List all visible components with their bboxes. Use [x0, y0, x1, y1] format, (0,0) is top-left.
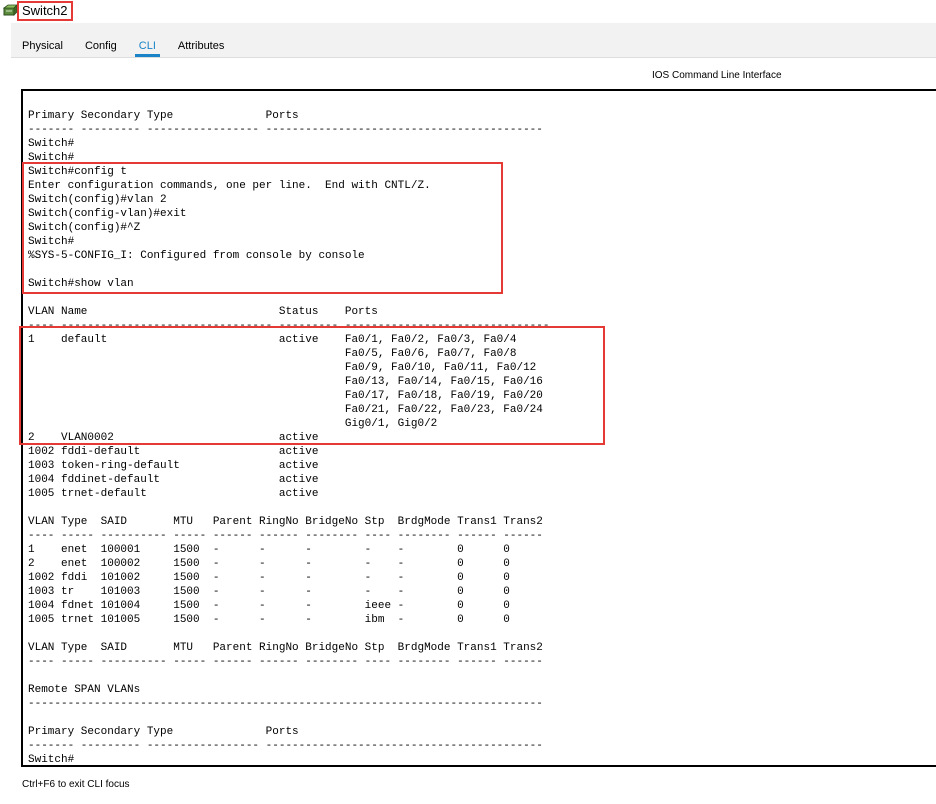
terminal-line: Fa0/17, Fa0/18, Fa0/19, Fa0/20 — [28, 390, 543, 402]
terminal-line: 1 enet 100001 1500 - - - - - 0 0 — [28, 544, 510, 556]
tab-attributes[interactable]: Attributes — [167, 34, 235, 58]
terminal-line: Switch# — [28, 138, 75, 150]
terminal-line: Remote SPAN VLANs — [28, 684, 141, 696]
cli-panel-title: IOS Command Line Interface — [652, 70, 782, 81]
terminal-line: VLAN Type SAID MTU Parent RingNo BridgeN… — [28, 516, 543, 528]
terminal-line: Switch# — [28, 236, 75, 248]
tab-cli[interactable]: CLI — [128, 34, 167, 58]
terminal-output: Primary Secondary Type Ports ------- ----… — [28, 109, 550, 766]
terminal-line: Switch(config-vlan)#exit — [28, 208, 187, 220]
terminal-line: ----------------------------------------… — [28, 698, 543, 710]
terminal-line: 1 default active Fa0/1, Fa0/2, Fa0/3, Fa… — [28, 334, 517, 346]
terminal-line: Gig0/1, Gig0/2 — [28, 418, 438, 430]
terminal-line: ---- ----- ---------- ----- ------ -----… — [28, 656, 543, 668]
terminal-line: Switch(config)#vlan 2 — [28, 194, 167, 206]
terminal-line: Switch#config t — [28, 166, 128, 178]
terminal-line: Switch# — [28, 754, 75, 766]
terminal-line: 1005 trnet-default active — [28, 488, 319, 500]
terminal-line: 1003 tr 101003 1500 - - - - - 0 0 — [28, 586, 510, 598]
tab-bar: Physical Config CLI Attributes — [11, 34, 235, 58]
terminal-line: VLAN Name Status Ports — [28, 306, 378, 318]
terminal-line: 1005 trnet 101005 1500 - - - ibm - 0 0 — [28, 614, 510, 626]
cli-focus-hint: Ctrl+F6 to exit CLI focus — [22, 779, 130, 790]
terminal-line: 1004 fddinet-default active — [28, 474, 319, 486]
terminal-line: 1002 fddi-default active — [28, 446, 319, 458]
terminal-line: 2 VLAN0002 active — [28, 432, 319, 444]
terminal-line: Switch# — [28, 152, 75, 164]
terminal-line: ---- -------------------------------- --… — [28, 320, 550, 332]
terminal-line: Fa0/21, Fa0/22, Fa0/23, Fa0/24 — [28, 404, 543, 416]
tab-physical[interactable]: Physical — [11, 34, 74, 58]
title-bar: Switch2 — [0, 0, 936, 24]
terminal-line: 1003 token-ring-default active — [28, 460, 319, 472]
terminal-line: VLAN Type SAID MTU Parent RingNo BridgeN… — [28, 642, 543, 654]
terminal-line: Fa0/5, Fa0/6, Fa0/7, Fa0/8 — [28, 348, 517, 360]
terminal-line: ------- --------- ----------------- ----… — [28, 740, 543, 752]
terminal-line: Switch(config)#^Z — [28, 222, 141, 234]
terminal-line: Switch#show vlan — [28, 278, 134, 290]
switch-device-icon — [3, 4, 18, 16]
terminal-line: 1004 fdnet 101004 1500 - - - ieee - 0 0 — [28, 600, 510, 612]
tab-config[interactable]: Config — [74, 34, 128, 58]
terminal-line: %SYS-5-CONFIG_I: Configured from console… — [28, 250, 365, 262]
terminal-line: 1002 fddi 101002 1500 - - - - - 0 0 — [28, 572, 510, 584]
terminal-line: Enter configuration commands, one per li… — [28, 180, 431, 192]
window-title: Switch2 — [17, 1, 73, 21]
terminal-line: 2 enet 100002 1500 - - - - - 0 0 — [28, 558, 510, 570]
terminal-line: Primary Secondary Type Ports — [28, 726, 299, 738]
cli-terminal[interactable]: Primary Secondary Type Ports ------- ----… — [21, 89, 936, 767]
terminal-line: Fa0/9, Fa0/10, Fa0/11, Fa0/12 — [28, 362, 537, 374]
terminal-line: ------- --------- ----------------- ----… — [28, 124, 543, 136]
terminal-line: Fa0/13, Fa0/14, Fa0/15, Fa0/16 — [28, 376, 543, 388]
terminal-line: ---- ----- ---------- ----- ------ -----… — [28, 530, 543, 542]
terminal-line: Primary Secondary Type Ports — [28, 110, 299, 122]
